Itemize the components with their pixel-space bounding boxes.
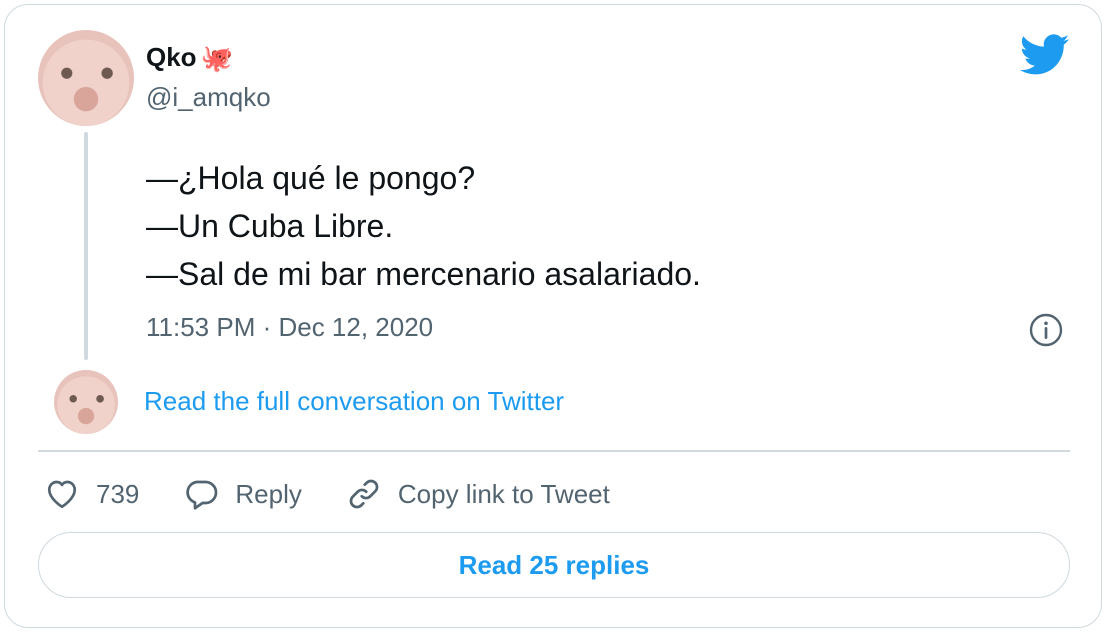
tweet-timestamp[interactable]: 11:53 PM · Dec 12, 2020 xyxy=(146,312,433,343)
tweet-actions: 739 Reply Copy link to Tweet xyxy=(44,472,654,516)
author-handle[interactable]: @i_amqko xyxy=(146,82,271,113)
read-full-conversation-link[interactable]: Read the full conversation on Twitter xyxy=(144,386,564,417)
octopus-emoji: 🐙 xyxy=(200,42,233,73)
tweet-text: —¿Hola qué le pongo? —Un Cuba Libre. —Sa… xyxy=(146,154,701,298)
author-name-row[interactable]: Qko 🐙 xyxy=(146,42,233,73)
tweet-line: —¿Hola qué le pongo? xyxy=(146,160,476,196)
copy-link-label: Copy link to Tweet xyxy=(397,478,610,509)
divider xyxy=(38,450,1070,452)
reply-button[interactable]: Reply xyxy=(183,476,302,512)
like-button[interactable]: 739 xyxy=(44,476,139,512)
info-icon[interactable] xyxy=(1028,312,1064,348)
reply-bubble-icon xyxy=(186,480,218,510)
heart-icon xyxy=(47,480,77,509)
author-avatar[interactable] xyxy=(38,30,134,126)
tweet-line: —Un Cuba Libre. xyxy=(146,208,394,244)
twitter-bird-icon[interactable] xyxy=(1020,34,1070,76)
thread-line xyxy=(84,132,88,360)
link-icon xyxy=(349,479,379,509)
like-count: 739 xyxy=(96,478,140,509)
copy-link-button[interactable]: Copy link to Tweet xyxy=(346,476,610,512)
author-display-name[interactable]: Qko xyxy=(146,42,197,73)
viewer-avatar xyxy=(54,370,118,434)
tweet-line: —Sal de mi bar mercenario asalariado. xyxy=(146,256,701,292)
read-replies-button[interactable]: Read 25 replies xyxy=(38,532,1070,598)
reply-label: Reply xyxy=(235,478,302,509)
